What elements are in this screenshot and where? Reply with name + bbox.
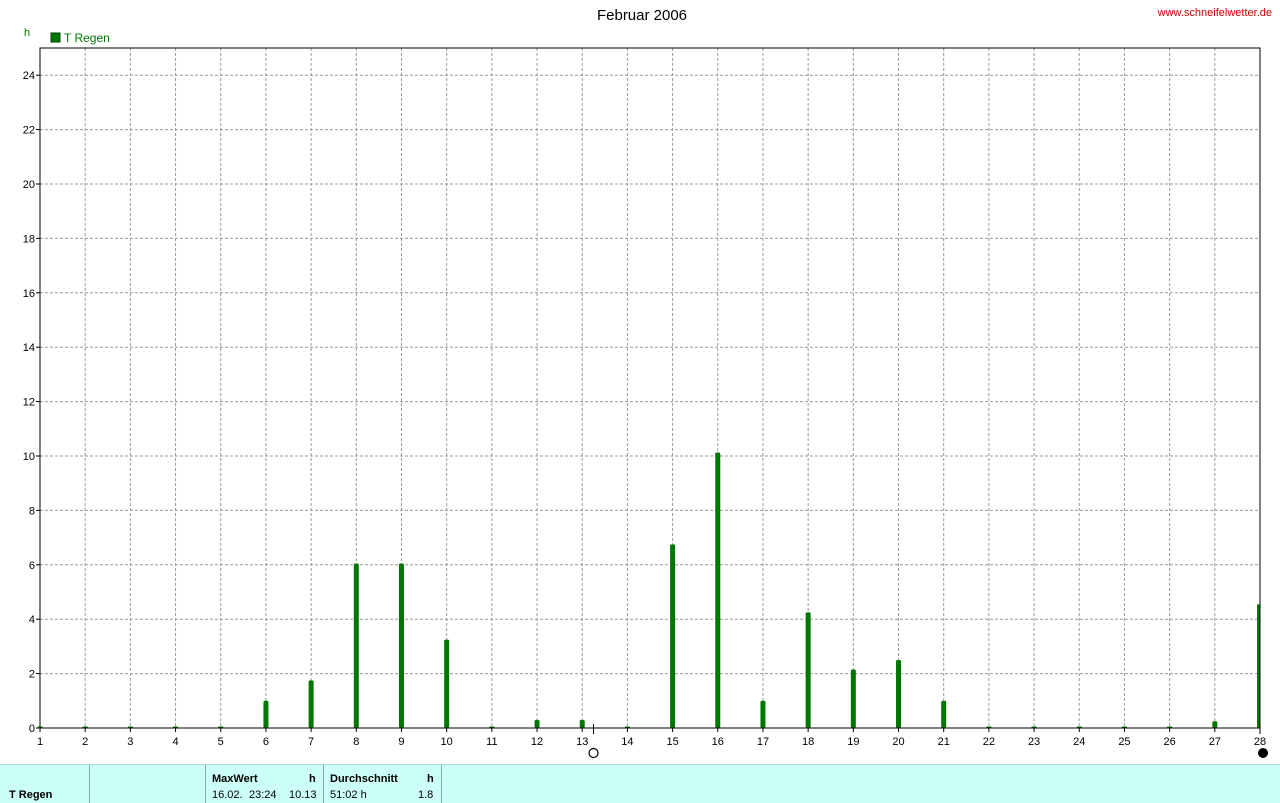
avg-total: 51:02 h: [330, 789, 367, 801]
x-tick-label: 6: [263, 736, 269, 748]
y-tick-label: 2: [29, 669, 35, 681]
y-tick-label: 4: [29, 614, 35, 626]
y-tick-label: 24: [23, 70, 35, 82]
plot-frame: [39, 47, 1261, 729]
bar: [534, 719, 540, 728]
rain-bar-chart: Februar 2006 www.schneifelwetter.de h T …: [23, 7, 1272, 759]
y-tick-label: 12: [23, 397, 35, 409]
avg-unit: h: [427, 773, 434, 785]
x-tick-label: 9: [398, 736, 404, 748]
bar: [805, 612, 811, 728]
legend-swatch: [50, 32, 61, 43]
x-tick-label: 17: [757, 736, 769, 748]
bar: [263, 700, 269, 728]
y-tick-label: 16: [23, 288, 35, 300]
x-tick-label: 26: [1164, 736, 1176, 748]
x-tick-label: 12: [531, 736, 543, 748]
footer-empty-cell: [90, 765, 206, 803]
bar: [850, 669, 856, 728]
max-date: 16.02.: [212, 789, 243, 801]
x-tick-label: 28: [1254, 736, 1266, 748]
new-moon-icon: [1258, 748, 1268, 758]
footer-series-label: T Regen: [9, 789, 53, 801]
x-tick-label: 27: [1209, 736, 1221, 748]
max-time: 23:24: [249, 789, 277, 801]
x-ticks: 1 2 3 4 5 6 7 8 9 10 11 12 13 14 15 16 17 18 19 20 21 22 23 24 2…: [37, 728, 1266, 748]
bar: [896, 660, 902, 728]
stats-footer: T Regen MaxWert h 16.02. 23:24 10.13 Dur…: [0, 764, 1280, 803]
x-tick-label: 24: [1073, 736, 1085, 748]
x-tick-label: 2: [82, 736, 88, 748]
bar: [760, 700, 766, 728]
bar: [398, 563, 404, 728]
y-axis-unit: h: [24, 27, 30, 39]
website-link[interactable]: www.schneifelwetter.de: [1157, 7, 1272, 19]
y-ticks: 024681012141618202224: [23, 70, 40, 735]
x-tick-label: 21: [938, 736, 950, 748]
bar: [1212, 721, 1218, 728]
y-tick-label: 8: [29, 505, 35, 517]
bar: [715, 452, 721, 728]
x-tick-label: 16: [712, 736, 724, 748]
x-tick-label: 15: [666, 736, 678, 748]
x-tick-label: 7: [308, 736, 314, 748]
x-tick-label: 19: [847, 736, 859, 748]
full-moon-icon: [588, 747, 599, 759]
footer-max-cell: MaxWert h 16.02. 23:24 10.13: [206, 765, 324, 803]
x-tick-label: 5: [218, 736, 224, 748]
x-tick-label: 13: [576, 736, 588, 748]
grid: [40, 48, 1260, 728]
x-tick-label: 18: [802, 736, 814, 748]
bar: [670, 544, 676, 728]
max-header: MaxWert: [212, 773, 258, 785]
y-tick-label: 0: [29, 723, 35, 735]
bar: [444, 639, 450, 728]
bar: [353, 563, 359, 728]
x-tick-label: 20: [892, 736, 904, 748]
y-tick-label: 10: [23, 451, 35, 463]
footer-series-cell: T Regen: [0, 765, 90, 803]
bar: [579, 719, 585, 728]
y-tick-label: 20: [23, 179, 35, 191]
y-tick-label: 22: [23, 125, 35, 137]
y-tick-label: 6: [29, 560, 35, 572]
avg-header: Durchschnitt: [330, 773, 398, 785]
y-tick-label: 18: [23, 233, 35, 245]
x-tick-label: 11: [486, 736, 497, 748]
chart-title: Februar 2006: [597, 7, 687, 24]
x-tick-label: 8: [353, 736, 359, 748]
bar: [308, 680, 314, 728]
x-tick-label: 14: [621, 736, 633, 748]
y-tick-label: 14: [23, 342, 35, 354]
footer-avg-cell: Durchschnitt h 51:02 h 1.8: [324, 765, 442, 803]
max-unit: h: [309, 773, 316, 785]
x-tick-label: 4: [172, 736, 178, 748]
avg-value: 1.8: [418, 789, 434, 801]
x-tick-label: 1: [37, 736, 43, 748]
max-value: 10.13: [289, 789, 317, 801]
x-tick-label: 25: [1118, 736, 1130, 748]
bar: [941, 700, 947, 728]
x-tick-label: 22: [983, 736, 995, 748]
x-tick-label: 23: [1028, 736, 1040, 748]
legend-label: T Regen: [64, 31, 110, 45]
x-tick-label: 3: [127, 736, 133, 748]
x-tick-label: 10: [441, 736, 453, 748]
